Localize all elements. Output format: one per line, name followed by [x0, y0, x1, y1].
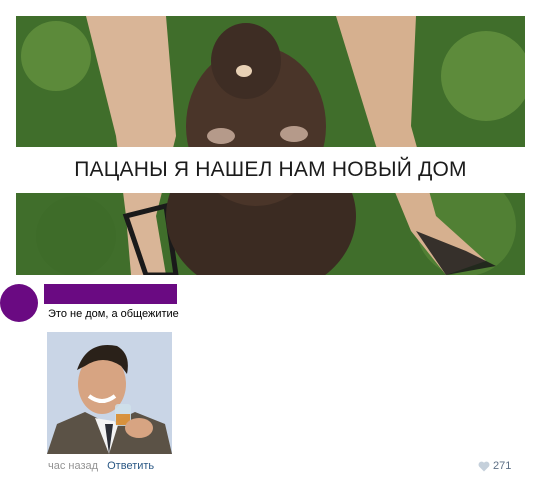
- comment-meta: час назад Ответить: [48, 460, 154, 472]
- sticker-picture: [47, 332, 172, 454]
- meme-image[interactable]: ПАЦАНЫ Я НАШЕЛ НАМ НОВЫЙ ДОМ: [16, 16, 525, 275]
- comment-text: Это не дом, а общежитие: [48, 308, 179, 320]
- redacted-author-name[interactable]: [44, 284, 177, 304]
- comment-time: час назад: [48, 460, 99, 472]
- meme-photo: [16, 16, 525, 275]
- avatar[interactable]: [0, 284, 38, 322]
- reply-link[interactable]: Ответить: [107, 460, 154, 472]
- likes-count: 271: [493, 460, 512, 472]
- heart-icon: [478, 461, 490, 471]
- meme-caption: ПАЦАНЫ Я НАШЕЛ НАМ НОВЫЙ ДОМ: [74, 158, 467, 181]
- sticker-image[interactable]: [47, 332, 172, 454]
- like-button[interactable]: 271: [478, 460, 511, 472]
- meme-caption-band: ПАЦАНЫ Я НАШЕЛ НАМ НОВЫЙ ДОМ: [16, 147, 525, 193]
